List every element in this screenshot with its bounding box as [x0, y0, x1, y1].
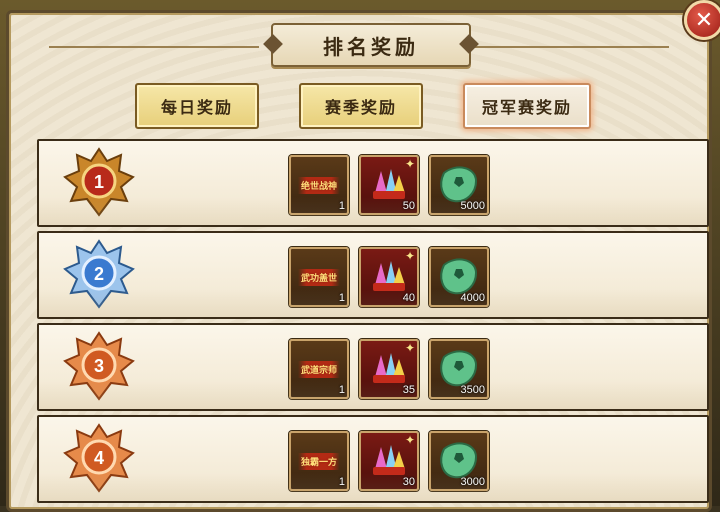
rank-number: 1	[94, 172, 104, 192]
rank-2-medal-icon: 2	[63, 239, 135, 309]
close-button[interactable]: ✕	[684, 0, 720, 40]
reward-gem-item[interactable]: ✦ 30	[359, 431, 419, 491]
reward-title-item[interactable]: 独霸一方 1	[289, 431, 349, 491]
rank-3-medal-icon: 3	[63, 331, 135, 401]
title-item-name: 绝世战神	[297, 176, 340, 194]
tab-daily-reward[interactable]: 每日奖励	[135, 83, 259, 129]
rank-number: 4	[94, 448, 104, 468]
title-diamond-right-icon	[459, 34, 479, 54]
reward-row-rank-1: 1 绝世战神 1 ✦ 50 5000	[37, 139, 709, 227]
rank-1-medal-icon: 1	[63, 147, 135, 217]
item-count: 50	[402, 200, 415, 212]
item-count: 3500	[460, 384, 485, 396]
jade-stone-icon	[440, 442, 478, 479]
reward-jade-item[interactable]: 4000	[429, 247, 489, 307]
item-count: 3000	[460, 476, 485, 488]
reward-jade-item[interactable]: 3000	[429, 431, 489, 491]
crystal-gem-icon	[373, 261, 405, 291]
tab-label: 每日奖励	[160, 98, 233, 117]
jade-stone-icon	[440, 166, 478, 203]
title-divider-left	[49, 46, 259, 48]
item-count: 5000	[460, 200, 485, 212]
reward-row-rank-4: 4 独霸一方 1 ✦ 30 3000	[37, 415, 709, 503]
jade-stone-icon	[440, 350, 478, 387]
crystal-gem-icon	[373, 169, 405, 199]
reward-title-item[interactable]: 绝世战神 1	[289, 155, 349, 215]
title-diamond-left-icon	[263, 34, 283, 54]
sparkle-icon: ✦	[404, 433, 415, 447]
rank-number: 3	[94, 356, 104, 376]
tab-label: 冠军赛奖励	[481, 98, 572, 117]
sparkle-icon: ✦	[404, 249, 415, 263]
item-count: 35	[402, 384, 415, 396]
crystal-gem-icon	[373, 353, 405, 383]
dialog-title: 排名奖励	[323, 34, 419, 59]
sparkle-icon: ✦	[404, 157, 415, 171]
tab-season-reward[interactable]: 赛季奖励	[299, 83, 423, 129]
tab-championship-reward[interactable]: 冠军赛奖励	[463, 83, 591, 129]
title-item-name: 武道宗师	[297, 360, 340, 378]
dialog-title-plate: 排名奖励	[263, 23, 479, 67]
item-count: 1	[338, 292, 345, 304]
tab-label: 赛季奖励	[324, 98, 397, 117]
reward-row-rank-3: 3 武道宗师 1 ✦ 35 3500	[37, 323, 709, 411]
reward-jade-item[interactable]: 5000	[429, 155, 489, 215]
item-count: 1	[338, 384, 345, 396]
reward-title-item[interactable]: 武功盖世 1	[289, 247, 349, 307]
item-count: 1	[338, 476, 345, 488]
jade-stone-icon	[440, 258, 478, 295]
reward-jade-item[interactable]: 3500	[429, 339, 489, 399]
title-item-name: 独霸一方	[297, 452, 340, 470]
reward-gem-item[interactable]: ✦ 35	[359, 339, 419, 399]
rank-number: 2	[94, 264, 104, 284]
item-count: 40	[402, 292, 415, 304]
reward-gem-item[interactable]: ✦ 40	[359, 247, 419, 307]
item-count: 4000	[460, 292, 485, 304]
sparkle-icon: ✦	[404, 341, 415, 355]
reward-row-rank-2: 2 武功盖世 1 ✦ 40 4000	[37, 231, 709, 319]
title-item-name: 武功盖世	[297, 268, 340, 286]
close-icon: ✕	[694, 7, 714, 33]
reward-title-item[interactable]: 武道宗师 1	[289, 339, 349, 399]
crystal-gem-icon	[373, 445, 405, 475]
rank-reward-panel: 排名奖励 每日奖励 赛季奖励 冠军赛奖励 1 绝世战神 1 ✦ 50 5000 …	[6, 10, 712, 512]
item-count: 1	[338, 200, 345, 212]
title-divider-right	[459, 46, 669, 48]
rank-4-medal-icon: 4	[63, 423, 135, 493]
item-count: 30	[402, 476, 415, 488]
reward-gem-item[interactable]: ✦ 50	[359, 155, 419, 215]
